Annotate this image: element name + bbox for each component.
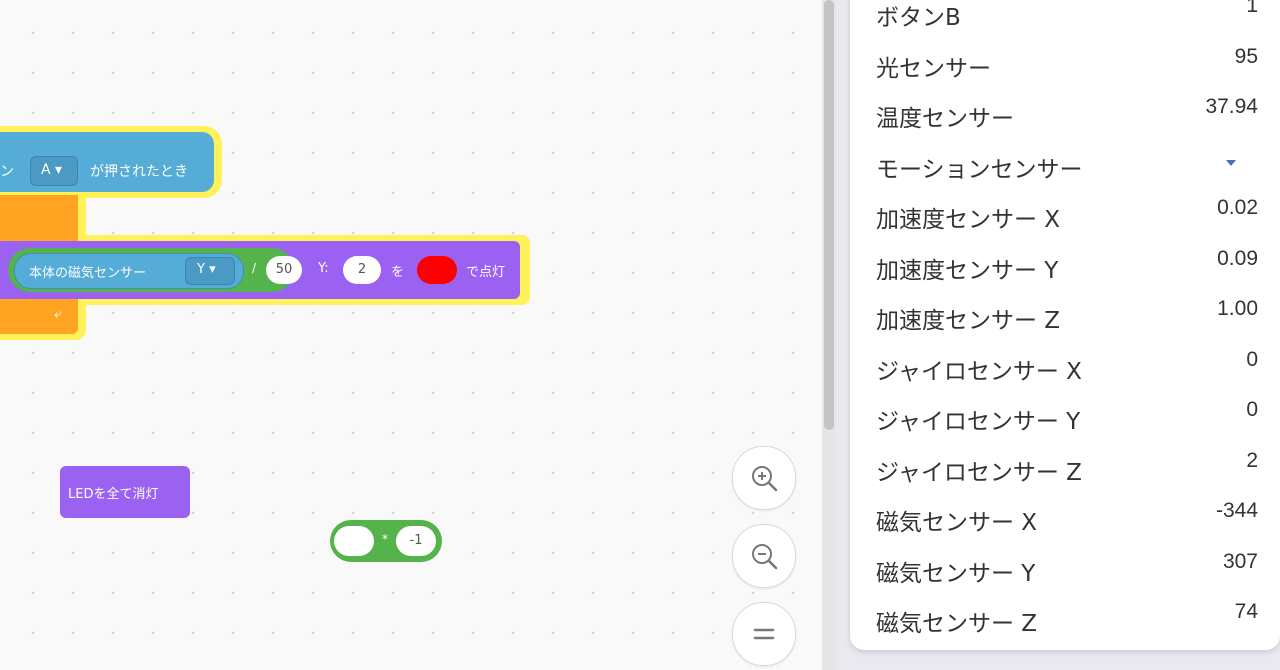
sensor-name: モーションセンサー	[876, 156, 1083, 183]
sensor-name: 光センサー	[876, 55, 991, 82]
sensor-row: ジャイロセンサー Z 2	[876, 447, 1258, 495]
y-input[interactable]: 2	[343, 256, 381, 284]
y-label: Y:	[318, 261, 329, 276]
sensor-panel: ボタンB 1 光センサー 95 温度センサー 37.94 モーションセンサー 加速度センサー …	[850, 0, 1280, 650]
zoom-in-button[interactable]	[732, 446, 796, 510]
multiply-right-input[interactable]: -1	[396, 526, 436, 556]
sensor-value: 0	[1246, 398, 1258, 421]
sensor-row: 温度センサー 37.94	[876, 93, 1258, 141]
button-dropdown[interactable]: A ▾	[30, 156, 78, 186]
zoom-out-icon	[752, 544, 778, 570]
sensor-name: 加速度センサー X	[876, 207, 1061, 233]
sensor-name: ジャイロセンサー X	[876, 358, 1082, 385]
motion-dropdown-icon[interactable]	[1226, 159, 1236, 166]
sensor-row: ジャイロセンサー X 0	[876, 346, 1258, 394]
sensor-value: 0.09	[1217, 246, 1258, 270]
sensor-name: 加速度センサー Y	[876, 257, 1059, 284]
sensor-row: ジャイロセンサー Y 0	[876, 396, 1258, 444]
divide-symbol: /	[252, 261, 257, 275]
sensor-value: 2	[1246, 448, 1258, 472]
sensor-row: 加速度センサー X 0.02	[876, 194, 1258, 242]
sensor-row: 磁気センサー X -344	[876, 497, 1258, 545]
button-dropdown-value: A ▾	[41, 162, 63, 178]
forever-loop-block-top[interactable]	[0, 195, 78, 245]
magnetic-sensor-label: 本体の磁気センサー	[29, 266, 147, 281]
zoom-reset-icon	[753, 628, 775, 640]
axis-dropdown[interactable]: Y ▾	[185, 257, 235, 285]
divide-operator-block[interactable]: 本体の磁気センサー Y ▾ / 50	[8, 248, 302, 292]
loop-arrow-icon: ⤶	[54, 306, 62, 322]
multiply-operator-block[interactable]: * -1	[330, 520, 442, 562]
sensor-value: 1	[1246, 0, 1258, 17]
sensor-row: 磁気センサー Z 74	[876, 598, 1258, 646]
wo-label: を	[391, 265, 405, 280]
sensor-name: 磁気センサー Z	[876, 611, 1038, 637]
clear-all-led-label: LEDを全て消灯	[68, 487, 159, 502]
sensor-value: 0	[1246, 347, 1258, 371]
sensor-row: 光センサー 95	[876, 43, 1258, 91]
zoom-in-icon	[752, 466, 778, 492]
multiply-symbol: *	[382, 532, 388, 546]
sensor-name: 温度センサー	[876, 106, 1014, 132]
multiply-left-input[interactable]	[334, 526, 374, 556]
hat-block-label: が押されたとき	[90, 164, 188, 180]
sensor-value: 0.02	[1217, 196, 1258, 219]
clear-all-led-block[interactable]: LEDを全て消灯	[60, 466, 190, 518]
axis-dropdown-value: Y ▾	[197, 262, 216, 277]
sensor-name: ジャイロセンサー Z	[876, 459, 1082, 486]
workspace-scrollbar[interactable]	[822, 0, 836, 670]
sensor-row: モーションセンサー	[876, 144, 1258, 192]
zoom-out-button[interactable]	[732, 524, 796, 588]
sensor-value: 95	[1234, 44, 1258, 68]
zoom-reset-button[interactable]	[732, 602, 796, 666]
sensor-name: 磁気センサー X	[876, 510, 1038, 536]
sensor-name: ジャイロセンサー Y	[876, 409, 1081, 435]
sensor-name: 加速度センサー Z	[876, 308, 1061, 334]
sensor-name: 磁気センサー Y	[876, 560, 1036, 587]
sensor-row: 加速度センサー Z 1.00	[876, 295, 1258, 343]
divisor-input[interactable]: 50	[266, 256, 302, 284]
workspace-scrollbar-thumb[interactable]	[824, 0, 834, 430]
sensor-value: 307	[1222, 549, 1258, 573]
sensor-row: ボタンB 1	[876, 0, 1258, 40]
sensor-row: 加速度センサー Y 0.09	[876, 245, 1258, 293]
button-pressed-hat-block[interactable]: ン A ▾ が押されたとき	[0, 132, 214, 192]
sensor-value: -344	[1215, 499, 1258, 522]
hat-block-label-prefix: ン	[0, 164, 14, 180]
code-workspace[interactable]: ン A ▾ が押されたとき ⤶ 本体の磁気センサー Y ▾ / 50 Y: 2 …	[0, 0, 822, 670]
forever-loop-block-bottom[interactable]	[0, 298, 78, 334]
magnetic-sensor-reporter[interactable]: 本体の磁気センサー Y ▾	[14, 253, 244, 289]
sensor-name: ボタンB	[876, 5, 961, 31]
sensor-value: 37.94	[1205, 95, 1258, 118]
sensor-value: 74	[1234, 600, 1258, 623]
led-light-block[interactable]: 本体の磁気センサー Y ▾ / 50 Y: 2 を で点灯	[0, 241, 520, 299]
sensor-value: 1.00	[1217, 297, 1258, 320]
light-suffix-label: で点灯	[466, 265, 506, 280]
color-picker[interactable]	[417, 256, 457, 284]
sensor-row: 磁気センサー Y 307	[876, 548, 1258, 596]
